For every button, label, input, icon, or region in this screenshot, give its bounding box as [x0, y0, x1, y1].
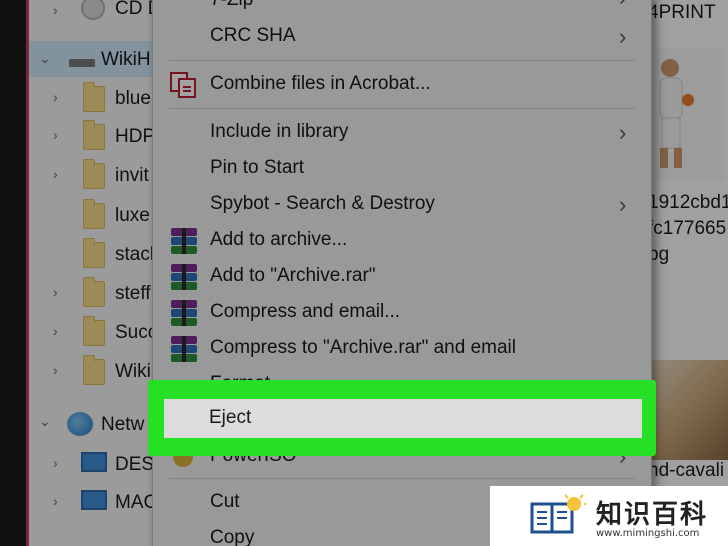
- menu-item-label: Add to archive...: [210, 229, 348, 250]
- folder-icon: [83, 199, 105, 229]
- folder-icon: [83, 238, 105, 268]
- winrar-icon: [171, 264, 197, 290]
- cd-drive-icon: [81, 0, 105, 20]
- menu-item-label: Eject: [209, 407, 252, 428]
- menu-item-label: Add to "Archive.rar": [210, 265, 376, 286]
- folder-icon: [83, 120, 105, 150]
- menu-item-compress-rar-email[interactable]: Compress to "Archive.rar" and email: [153, 331, 651, 367]
- menu-item-crc-sha[interactable]: CRC SHA ›: [153, 19, 651, 55]
- tree-item-network[interactable]: ⌄ Netw: [29, 406, 160, 442]
- drive-icon: [69, 59, 95, 67]
- menu-item-label: CRC SHA: [210, 25, 296, 46]
- folder-icon: [83, 159, 105, 189]
- folder-icon: [83, 82, 105, 112]
- chevron-down-icon[interactable]: ⌄: [39, 414, 51, 428]
- chevron-right-icon[interactable]: ›: [53, 128, 63, 142]
- chevron-right-icon: ›: [619, 0, 626, 11]
- tree-item-computer[interactable]: › MAC: [29, 484, 160, 520]
- menu-separator: [169, 108, 635, 109]
- menu-item-spybot[interactable]: Spybot - Search & Destroy ›: [153, 187, 651, 223]
- computer-icon: [81, 490, 107, 510]
- menu-item-label: 7-Zip: [210, 0, 253, 11]
- tree-item-folder[interactable]: › Succ: [29, 314, 160, 350]
- chevron-right-icon: ›: [619, 24, 627, 49]
- tree-item-label: WikiH: [101, 49, 151, 70]
- tree-item-folder[interactable]: › invit: [29, 157, 160, 193]
- folder-icon: [83, 355, 105, 385]
- menu-item-label: Compress to "Archive.rar" and email: [210, 337, 516, 358]
- chevron-right-icon: ›: [619, 192, 627, 217]
- menu-item-label: Compress and email...: [210, 301, 401, 322]
- chevron-right-icon[interactable]: ›: [53, 456, 63, 470]
- menu-item-label: Include in library: [210, 121, 349, 142]
- book-lightbulb-logo-icon: [530, 494, 586, 534]
- menu-item-label: Copy: [210, 527, 255, 546]
- watermark: 知识百科 www.mimingshi.com: [490, 486, 728, 546]
- menu-item-pin-start[interactable]: Pin to Start: [153, 151, 651, 187]
- menu-separator: [169, 478, 635, 479]
- acrobat-combine-icon: [170, 72, 196, 98]
- menu-item-eject[interactable]: Eject: [164, 399, 642, 438]
- context-menu: 7-Zip › CRC SHA › Combine files in Acrob…: [152, 0, 652, 546]
- tree-item-folder[interactable]: luxe: [29, 197, 160, 233]
- tree-item-folder[interactable]: › Wiki: [29, 353, 160, 389]
- menu-item-label: Pin to Start: [210, 157, 304, 178]
- chevron-right-icon[interactable]: ›: [53, 3, 63, 17]
- tree-item-folder[interactable]: stacl: [29, 236, 160, 272]
- file-name[interactable]: 4PRINT: [648, 2, 716, 24]
- network-icon: [67, 412, 93, 436]
- menu-item-compress-email[interactable]: Compress and email...: [153, 295, 651, 331]
- menu-item-include-library[interactable]: Include in library ›: [153, 115, 651, 151]
- tree-item-cd-drive[interactable]: › CD D: [29, 0, 160, 26]
- file-thumbnail[interactable]: [648, 48, 724, 180]
- tree-item-wikih-drive[interactable]: ⌄ WikiH: [29, 41, 160, 77]
- player-image-icon: [659, 59, 694, 168]
- winrar-icon: [171, 336, 197, 362]
- chevron-right-icon[interactable]: ›: [53, 494, 63, 508]
- menu-item-combine-acrobat[interactable]: Combine files in Acrobat...: [153, 67, 651, 103]
- menu-item-label: Combine files in Acrobat...: [210, 73, 431, 94]
- menu-item-label: Cut: [210, 491, 240, 512]
- file-name[interactable]: fc177665: [648, 218, 726, 240]
- tree-item-folder[interactable]: › HDP: [29, 118, 160, 154]
- chevron-right-icon[interactable]: ›: [53, 324, 63, 338]
- menu-item-add-archive[interactable]: Add to archive...: [153, 223, 651, 259]
- folder-icon: [83, 277, 105, 307]
- window-edge: [0, 0, 26, 546]
- computer-icon: [81, 452, 107, 472]
- chevron-right-icon[interactable]: ›: [53, 90, 63, 104]
- chevron-right-icon: ›: [619, 120, 627, 145]
- folder-icon: [83, 316, 105, 346]
- winrar-icon: [171, 228, 197, 254]
- tree-item-computer[interactable]: › DESK: [29, 446, 160, 482]
- winrar-icon: [171, 300, 197, 326]
- file-name[interactable]: nd-cavali: [648, 460, 724, 482]
- menu-item-add-rar[interactable]: Add to "Archive.rar": [153, 259, 651, 295]
- chevron-right-icon[interactable]: ›: [53, 167, 63, 181]
- watermark-title: 知识百科: [596, 500, 709, 530]
- tree-item-folder[interactable]: › blue: [29, 80, 160, 116]
- watermark-url: www.mimingshi.com: [596, 528, 700, 539]
- menu-separator: [169, 60, 635, 61]
- file-name[interactable]: 1912cbd1: [648, 192, 728, 214]
- menu-item-label: Spybot - Search & Destroy: [210, 193, 435, 214]
- image-thumbnail[interactable]: [648, 360, 728, 460]
- chevron-right-icon[interactable]: ›: [53, 285, 63, 299]
- chevron-right-icon[interactable]: ›: [53, 363, 63, 377]
- chevron-down-icon[interactable]: ⌄: [39, 51, 51, 65]
- tree-item-folder[interactable]: › steff: [29, 275, 160, 311]
